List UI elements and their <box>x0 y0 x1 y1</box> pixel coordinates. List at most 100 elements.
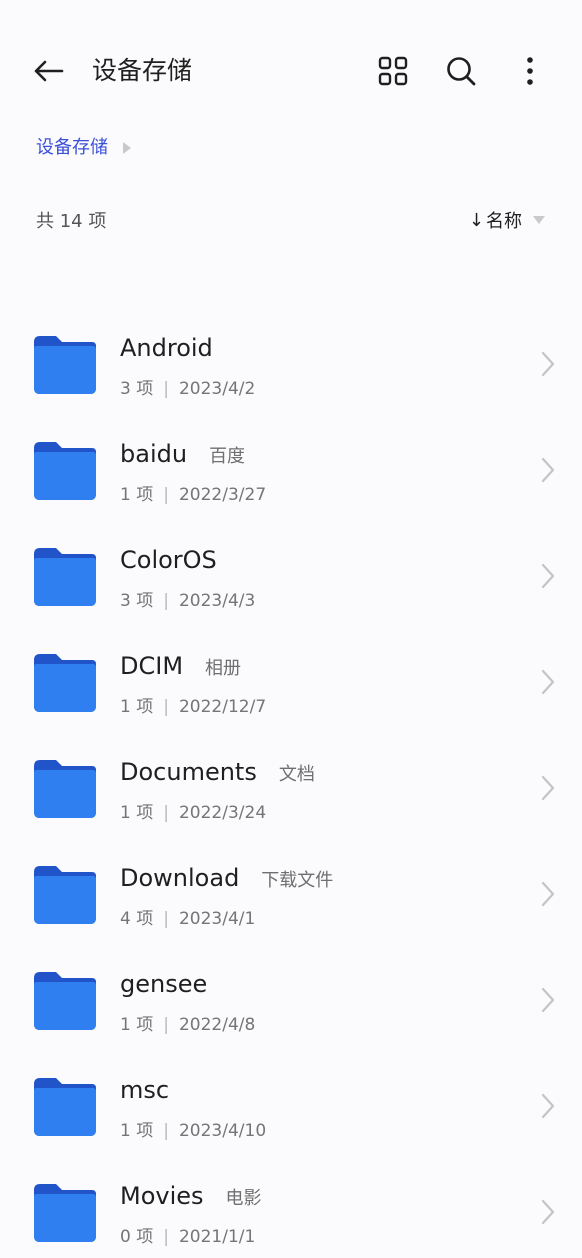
folder-meta: 1 项 | 2023/4/10 <box>120 1116 266 1141</box>
chevron-right-icon <box>541 881 555 907</box>
meta-separator: | <box>163 909 169 929</box>
breadcrumb: 设备存储 <box>36 132 132 164</box>
folder-name: ColorOS <box>120 546 217 574</box>
folder-name-line: ColorOS <box>120 546 217 578</box>
folder-date: 2022/4/8 <box>178 1015 256 1035</box>
dropdown-caret-icon <box>533 216 545 224</box>
folder-date: 2022/3/24 <box>178 803 267 823</box>
folder-row[interactable]: DCIM 相册 1 项 | 2022/12/7 <box>0 616 582 722</box>
folder-date: 2022/3/27 <box>178 485 267 505</box>
folder-item-count: 1 项 <box>120 485 154 505</box>
back-arrow-icon <box>34 60 64 82</box>
folder-item-count: 1 项 <box>120 803 154 823</box>
chevron-right-icon <box>541 775 555 801</box>
folder-row[interactable]: msc 1 项 | 2023/4/10 <box>0 1040 582 1146</box>
folder-item-count: 0 项 <box>120 1227 154 1247</box>
folder-meta: 4 项 | 2023/4/1 <box>120 904 255 929</box>
more-options-button[interactable] <box>508 50 552 92</box>
meta-separator: | <box>163 379 169 399</box>
folder-row[interactable]: Download 下载文件 4 项 | 2023/4/1 <box>0 828 582 934</box>
chevron-right-icon <box>541 457 555 483</box>
grid-view-button[interactable] <box>371 50 415 92</box>
page-title: 设备存储 <box>92 56 193 85</box>
folder-icon <box>34 972 96 1030</box>
chevron-right-icon <box>541 563 555 589</box>
folder-date: 2023/4/2 <box>178 379 256 399</box>
folder-row[interactable]: ColorOS 3 项 | 2023/4/3 <box>0 510 582 616</box>
folder-icon <box>34 548 96 606</box>
folder-date: 2022/12/7 <box>178 697 267 717</box>
folder-date: 2023/4/3 <box>178 591 256 611</box>
folder-name-line: Documents 文档 <box>120 758 315 790</box>
meta-separator: | <box>163 697 169 717</box>
folder-alias: 下载文件 <box>261 870 334 891</box>
folder-alias: 相册 <box>205 658 242 679</box>
top-app-bar: 设备存储 <box>0 0 582 140</box>
list-summary-bar: 共 14 项 ↓ 名称 <box>36 204 546 236</box>
folder-meta: 3 项 | 2023/4/3 <box>120 586 255 611</box>
folder-item-count: 1 项 <box>120 697 154 717</box>
folder-name: Documents <box>120 758 257 786</box>
folder-name: Movies <box>120 1182 204 1210</box>
meta-separator: | <box>163 485 169 505</box>
folder-date: 2023/4/10 <box>178 1121 267 1141</box>
folder-name-line: DCIM 相册 <box>120 652 241 684</box>
meta-separator: | <box>163 1121 169 1141</box>
search-icon <box>447 57 476 86</box>
meta-separator: | <box>163 1227 169 1247</box>
folder-name: gensee <box>120 970 208 998</box>
folder-icon <box>34 1078 96 1136</box>
chevron-right-icon <box>541 669 555 695</box>
folder-item-count: 1 项 <box>120 1121 154 1141</box>
breadcrumb-item-root[interactable]: 设备存储 <box>36 132 108 164</box>
folder-name-line: Android <box>120 334 213 366</box>
folder-item-count: 3 项 <box>120 591 154 611</box>
meta-separator: | <box>163 803 169 823</box>
folder-alias: 文档 <box>278 764 315 785</box>
chevron-right-icon <box>541 987 555 1013</box>
folder-row[interactable]: Movies 电影 0 项 | 2021/1/1 <box>0 1146 582 1252</box>
search-button[interactable] <box>439 50 483 92</box>
meta-separator: | <box>163 1015 169 1035</box>
folder-name-line: gensee <box>120 970 207 1002</box>
grid-view-icon <box>378 56 408 86</box>
folder-icon <box>34 1184 96 1242</box>
folder-meta: 1 项 | 2022/3/24 <box>120 798 266 823</box>
folder-name: DCIM <box>120 652 184 680</box>
folder-row[interactable]: gensee 1 项 | 2022/4/8 <box>0 934 582 1040</box>
folder-row[interactable]: Android 3 项 | 2023/4/2 <box>0 298 582 404</box>
sort-direction-icon: ↓ <box>468 209 484 231</box>
folder-name: msc <box>120 1076 170 1104</box>
folder-icon <box>34 866 96 924</box>
folder-row[interactable]: Documents 文档 1 项 | 2022/3/24 <box>0 722 582 828</box>
folder-meta: 0 项 | 2021/1/1 <box>120 1222 255 1247</box>
folder-meta: 1 项 | 2022/12/7 <box>120 692 266 717</box>
sort-label: 名称 <box>486 211 522 232</box>
folder-name: Android <box>120 334 213 362</box>
folder-name-line: msc <box>120 1076 169 1108</box>
breadcrumb-arrow-icon <box>123 142 131 154</box>
folder-icon <box>34 654 96 712</box>
folder-meta: 1 项 | 2022/3/27 <box>120 480 266 505</box>
folder-name-line: baidu 百度 <box>120 440 245 472</box>
folder-date: 2021/1/1 <box>178 1227 256 1247</box>
more-vertical-icon <box>527 57 533 85</box>
folder-meta: 1 项 | 2022/4/8 <box>120 1010 255 1035</box>
chevron-right-icon <box>541 1093 555 1119</box>
meta-separator: | <box>163 591 169 611</box>
folder-alias: 百度 <box>209 446 246 467</box>
back-button[interactable] <box>26 52 70 90</box>
folder-alias: 电影 <box>225 1188 262 1209</box>
folder-meta: 3 项 | 2023/4/2 <box>120 374 255 399</box>
folder-icon <box>34 760 96 818</box>
folder-name-line: Download 下载文件 <box>120 864 333 896</box>
folder-row[interactable]: baidu 百度 1 项 | 2022/3/27 <box>0 404 582 510</box>
folder-name: baidu <box>120 440 188 468</box>
folder-item-count: 4 项 <box>120 909 154 929</box>
chevron-right-icon <box>541 1199 555 1225</box>
sort-button[interactable]: ↓ 名称 <box>469 207 546 233</box>
folder-item-count: 1 项 <box>120 1015 154 1035</box>
folder-list: Android 3 项 | 2023/4/2 baidu 百度 1 项 | 2022/3… <box>0 298 582 1252</box>
folder-name: Download <box>120 864 240 892</box>
folder-item-count: 3 项 <box>120 379 154 399</box>
